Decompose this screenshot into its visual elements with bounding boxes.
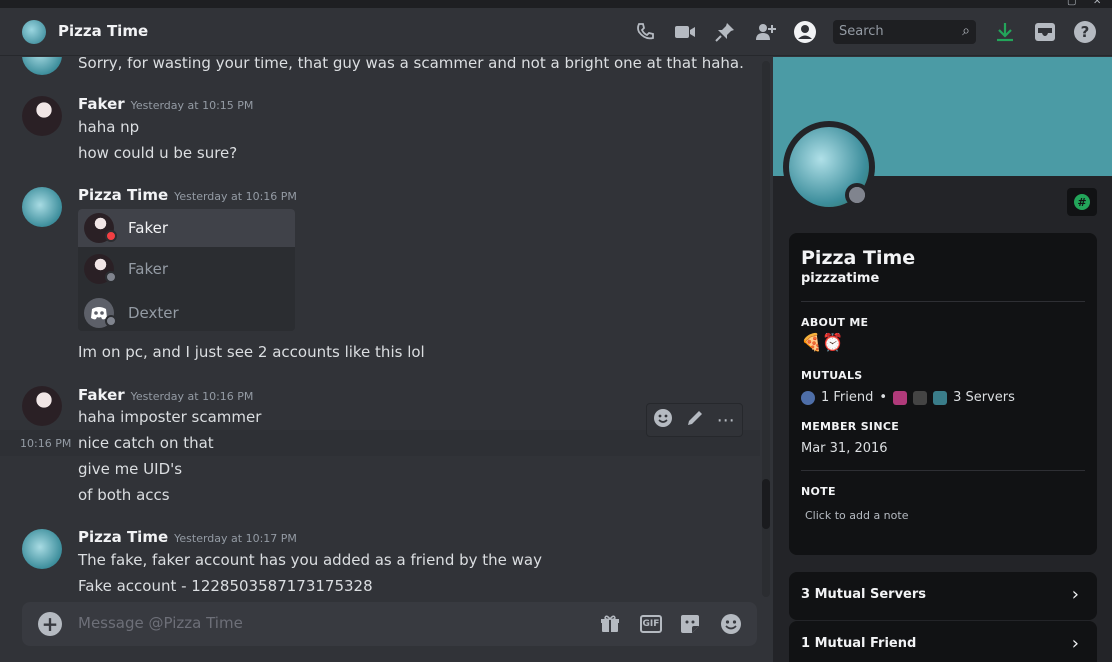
channel-header: Pizza Time Search ⌕ ?	[0, 8, 1112, 56]
chat-messages: Sorry, for wasting your time, that guy w…	[0, 57, 772, 662]
svg-text:?: ?	[1081, 23, 1090, 41]
help-icon[interactable]: ?	[1073, 20, 1097, 44]
message-line: haha np	[78, 118, 140, 136]
message-hover-timestamp: 10:16 PM	[20, 437, 72, 450]
message-input[interactable]: Message @Pizza Time	[78, 614, 243, 632]
author-name[interactable]: Pizza Time	[78, 186, 168, 204]
mutual-servers-button[interactable]: 3 Mutual Servers ›	[789, 572, 1097, 620]
add-reaction-icon[interactable]	[653, 408, 673, 432]
message-line: of both accs	[78, 486, 170, 504]
message-actions-toolbar: ⋯	[646, 403, 743, 437]
note-heading: NOTE	[801, 485, 836, 498]
video-call-icon[interactable]	[673, 20, 697, 44]
message-timestamp: Yesterday at 10:16 PM	[130, 390, 254, 403]
message-line: give me UID's	[78, 460, 183, 478]
note-input[interactable]: Click to add a note	[805, 509, 908, 522]
message-line: haha imposter scammer	[78, 408, 262, 426]
profile-display-name: Pizza Time	[801, 247, 916, 269]
avatar[interactable]	[22, 187, 62, 227]
message-line: Fake account - 1228503587173175328	[78, 577, 373, 595]
maximize-icon[interactable]: ▢	[1067, 0, 1076, 7]
avatar[interactable]	[22, 96, 62, 136]
mutual-servers-label: 3 Mutual Servers	[801, 587, 927, 602]
separator-dot: •	[879, 390, 888, 405]
avatar[interactable]	[22, 57, 62, 75]
gif-icon[interactable]: GIF	[640, 615, 662, 633]
message-timestamp: Yesterday at 10:16 PM	[174, 190, 297, 203]
emoji-icon[interactable]	[719, 612, 743, 636]
mutuals-heading: MUTUALS	[801, 369, 863, 382]
mutual-servers-link[interactable]: 3 Servers	[953, 390, 1015, 405]
search-input[interactable]: Search ⌕	[833, 20, 976, 44]
page-title: Pizza Time	[58, 22, 149, 40]
divider	[801, 301, 1085, 302]
message-author[interactable]: Pizza Time Yesterday at 10:16 PM	[78, 186, 297, 204]
server-icon	[893, 390, 908, 405]
server-icon	[913, 390, 928, 405]
message-author[interactable]: Faker Yesterday at 10:16 PM	[78, 386, 253, 404]
message-line: The fake, faker account has you added as…	[78, 551, 542, 569]
message-timestamp: Yesterday at 10:17 PM	[174, 532, 297, 545]
member-name: Faker	[128, 260, 168, 278]
author-name[interactable]: Pizza Time	[78, 528, 168, 546]
about-me-heading: ABOUT ME	[801, 316, 869, 329]
pinned-messages-icon[interactable]	[713, 20, 737, 44]
list-item: Faker	[78, 209, 295, 247]
chevron-right-icon: ›	[1071, 633, 1079, 654]
search-placeholder: Search	[839, 24, 884, 39]
about-me-text: 🍕⏰	[801, 333, 844, 353]
offline-status-icon	[105, 315, 117, 327]
profile-info-card: Pizza Time pizzzatime ABOUT ME 🍕⏰ MUTUAL…	[789, 233, 1097, 555]
list-item: Faker	[78, 250, 295, 288]
mutuals-summary: 1 Friend • 3 Servers	[801, 390, 1015, 405]
inbox-icon[interactable]	[1033, 20, 1057, 44]
list-item: Dexter	[78, 294, 295, 331]
edit-icon[interactable]	[686, 409, 704, 431]
chevron-right-icon: ›	[1071, 584, 1079, 605]
author-name[interactable]: Faker	[78, 386, 125, 404]
profile-username[interactable]: pizzzatime	[801, 271, 879, 286]
divider	[801, 470, 1085, 471]
add-friends-to-dm-icon[interactable]	[754, 20, 778, 44]
mutual-friends-label: 1 Mutual Friend	[801, 636, 917, 651]
member-name: Faker	[128, 219, 168, 237]
offline-status-icon	[845, 183, 869, 207]
user-profile-toggle-icon[interactable]	[793, 20, 817, 44]
avatar[interactable]	[22, 386, 62, 426]
message-line: Im on pc, and I just see 2 accounts like…	[78, 343, 425, 361]
nitro-badge-icon[interactable]: #	[1067, 188, 1097, 216]
mutual-friends-link[interactable]: 1 Friend	[821, 390, 873, 405]
image-attachment-member-list: Faker Faker Dexter	[78, 209, 295, 331]
author-name[interactable]: Faker	[78, 95, 125, 113]
scrollbar-thumb[interactable]	[762, 479, 770, 529]
dnd-status-icon	[105, 230, 117, 242]
message-composer[interactable]: + Message @Pizza Time GIF	[22, 602, 757, 646]
member-since-heading: MEMBER SINCE	[801, 420, 900, 433]
mutual-friends-button[interactable]: 1 Mutual Friend ›	[789, 621, 1097, 662]
user-profile-panel: # Pizza Time pizzzatime ABOUT ME 🍕⏰ MUTU…	[773, 57, 1112, 662]
member-since-date: Mar 31, 2016	[801, 441, 888, 456]
server-icon	[933, 390, 948, 405]
offline-status-icon	[105, 271, 117, 283]
close-icon[interactable]: ✕	[1093, 0, 1101, 7]
avatar[interactable]	[22, 529, 62, 569]
message-line: how could u be sure?	[78, 144, 238, 162]
window-titlebar: ▢ ✕	[0, 0, 1112, 8]
member-name: Dexter	[128, 304, 179, 322]
message-line: nice catch on that	[78, 434, 214, 452]
search-icon: ⌕	[962, 23, 970, 39]
gift-icon[interactable]	[598, 612, 622, 636]
upload-plus-icon[interactable]: +	[38, 612, 62, 636]
mutual-friend-avatar-icon	[801, 390, 815, 405]
download-icon[interactable]	[993, 20, 1017, 44]
sticker-icon[interactable]	[678, 612, 702, 636]
message-timestamp: Yesterday at 10:15 PM	[130, 99, 254, 112]
more-options-icon[interactable]: ⋯	[717, 410, 736, 431]
message-line: Sorry, for wasting your time, that guy w…	[78, 57, 744, 72]
message-author[interactable]: Pizza Time Yesterday at 10:17 PM	[78, 528, 297, 546]
voice-call-icon[interactable]	[633, 20, 657, 44]
dm-avatar	[22, 20, 46, 44]
profile-avatar[interactable]	[783, 121, 875, 213]
message-author[interactable]: Faker Yesterday at 10:15 PM	[78, 95, 253, 113]
